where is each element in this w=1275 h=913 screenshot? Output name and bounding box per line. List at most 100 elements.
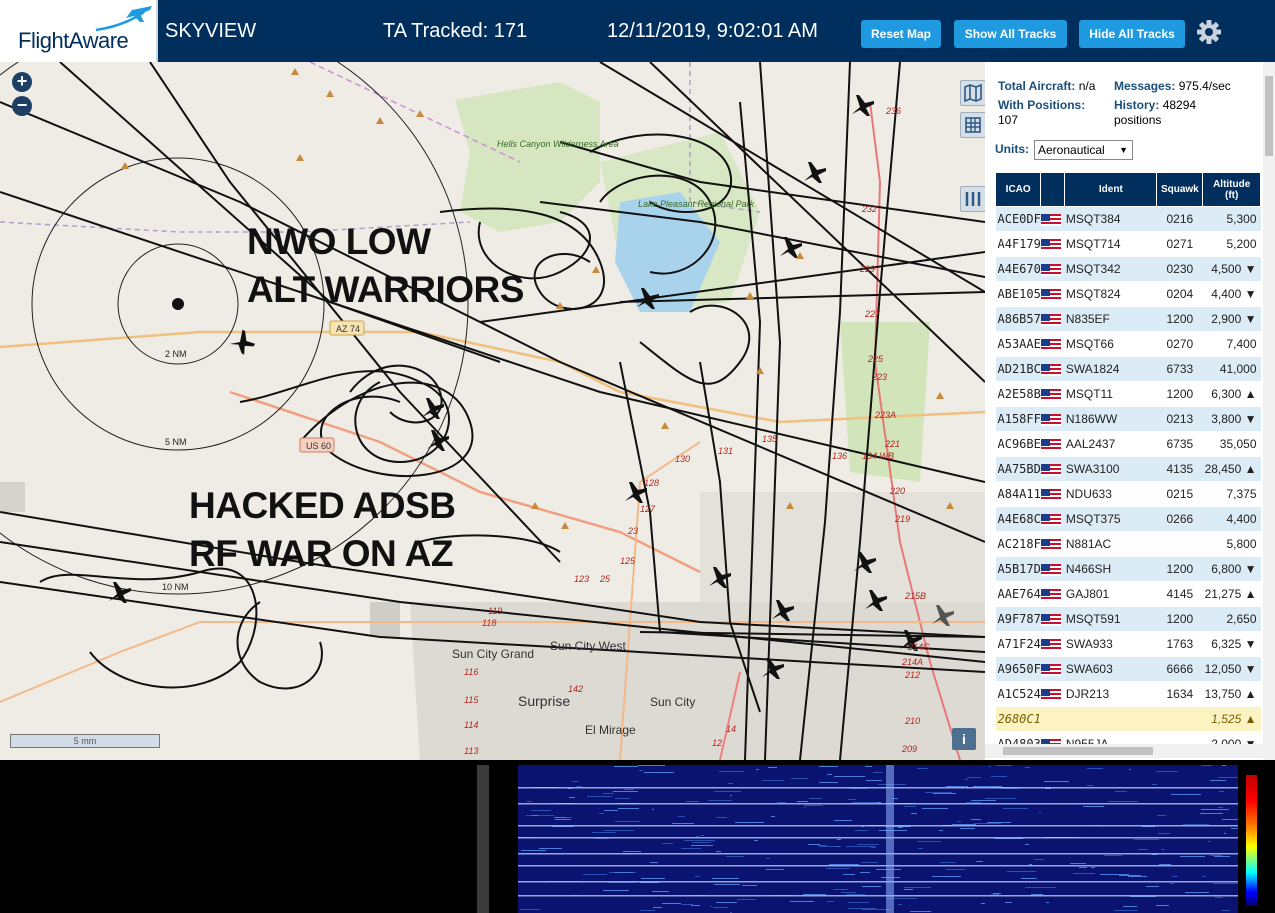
table-row[interactable]: A84A11 NDU633 0215 7,375 bbox=[995, 481, 1261, 507]
col-altitude[interactable]: Altitude (ft) bbox=[1202, 172, 1261, 207]
row-altitude: 2,650 bbox=[1202, 606, 1261, 632]
info-button[interactable]: i bbox=[952, 728, 976, 750]
map-canvas[interactable]: 2 NM 5 NM 10 NM Hells Canyon Wilderness … bbox=[0, 62, 985, 760]
route-label: 127 bbox=[640, 504, 656, 514]
columns-icon bbox=[965, 192, 981, 206]
table-row[interactable]: ACE0DF MSQT384 0216 5,300 bbox=[995, 206, 1261, 232]
table-row[interactable]: A158FF N186WW 0213 3,800 ▼ bbox=[995, 406, 1261, 432]
table-row[interactable]: AAE764 GAJ801 4145 21,275 ▲ bbox=[995, 581, 1261, 607]
row-altitude: 4,400 ▼ bbox=[1202, 281, 1261, 307]
row-altitude: 35,050 bbox=[1202, 431, 1261, 457]
row-icao: A84A11 bbox=[995, 481, 1041, 507]
table-row[interactable]: A9F787 MSQT591 1200 2,650 bbox=[995, 606, 1261, 632]
row-flag bbox=[1040, 406, 1065, 432]
col-squawk[interactable]: Squawk bbox=[1156, 172, 1204, 207]
row-flag bbox=[1040, 231, 1065, 257]
us-flag-icon bbox=[1040, 588, 1061, 601]
units-label: Units: bbox=[995, 142, 1029, 156]
row-squawk: 0215 bbox=[1156, 481, 1203, 507]
row-ident: MSQT342 bbox=[1064, 256, 1157, 282]
gear-icon[interactable] bbox=[1195, 18, 1223, 46]
table-row[interactable]: A86B57 N835EF 1200 2,900 ▼ bbox=[995, 306, 1261, 332]
panel-divider[interactable] bbox=[477, 765, 489, 913]
route-label: 135 bbox=[762, 434, 778, 444]
row-ident: MSQT375 bbox=[1064, 506, 1157, 532]
block bbox=[370, 602, 400, 637]
row-ident: SWA1824 bbox=[1064, 356, 1157, 382]
receiver-site bbox=[172, 298, 184, 310]
row-squawk: 1200 bbox=[1156, 306, 1203, 332]
table-row[interactable]: A4F179 MSQT714 0271 5,200 bbox=[995, 231, 1261, 257]
us-flag-icon bbox=[1040, 388, 1061, 401]
col-flag[interactable] bbox=[1040, 172, 1066, 207]
table-row[interactable]: A53AAE MSQT66 0270 7,400 bbox=[995, 331, 1261, 357]
label-sun-city-grand: Sun City Grand bbox=[452, 647, 534, 661]
vertical-scroll-thumb[interactable] bbox=[1265, 76, 1273, 156]
label-az74: AZ 74 bbox=[336, 324, 360, 334]
zoom-out-button[interactable]: − bbox=[12, 96, 32, 116]
table-row[interactable]: 2680C1 1,525 ▲ bbox=[995, 706, 1261, 732]
total-aircraft-stat: Total Aircraft: n/a bbox=[998, 79, 1095, 93]
row-icao: A5B17D bbox=[995, 556, 1041, 582]
row-altitude: 13,750 ▲ bbox=[1202, 681, 1261, 707]
overlay-text-line1: NWO LOW bbox=[247, 221, 431, 262]
row-squawk: 4145 bbox=[1156, 581, 1203, 607]
row-ident: AAL2437 bbox=[1064, 431, 1157, 457]
skyview-app: FlightAware SKYVIEW TA Tracked: 171 12/1… bbox=[0, 0, 1275, 913]
table-row[interactable]: A9650F SWA603 6666 12,050 ▼ bbox=[995, 656, 1261, 682]
row-squawk: 1200 bbox=[1156, 381, 1203, 407]
route-label: 134 WB bbox=[862, 451, 894, 461]
table-row[interactable]: A1C524 DJR213 1634 13,750 ▲ bbox=[995, 681, 1261, 707]
grid-toggle-button[interactable] bbox=[960, 112, 985, 138]
row-altitude: 12,050 ▼ bbox=[1202, 656, 1261, 682]
table-row[interactable]: AA75BD SWA3100 4135 28,450 ▲ bbox=[995, 456, 1261, 482]
history-stat: History: 48294 bbox=[1114, 98, 1196, 112]
row-icao: AC96BE bbox=[995, 431, 1041, 457]
route-label: 225 bbox=[867, 354, 884, 364]
history-label: History: bbox=[1114, 98, 1160, 112]
row-ident bbox=[1064, 706, 1157, 732]
table-row[interactable]: A5B17D N466SH 1200 6,800 ▼ bbox=[995, 556, 1261, 582]
route-label: 12 bbox=[712, 738, 722, 748]
row-ident: MSQT384 bbox=[1064, 206, 1157, 232]
row-ident: SWA3100 bbox=[1064, 456, 1157, 482]
vertical-scrollbar[interactable] bbox=[1263, 62, 1275, 760]
table-row[interactable]: A2E58B MSQT11 1200 6,300 ▲ bbox=[995, 381, 1261, 407]
show-all-tracks-button[interactable]: Show All Tracks bbox=[954, 20, 1067, 48]
row-flag bbox=[1040, 456, 1065, 482]
reset-map-button[interactable]: Reset Map bbox=[861, 20, 941, 48]
horizontal-scroll-thumb[interactable] bbox=[1003, 747, 1153, 755]
row-flag bbox=[1040, 481, 1065, 507]
history-unit: positions bbox=[1114, 113, 1162, 127]
row-altitude: 2,900 ▼ bbox=[1202, 306, 1261, 332]
row-icao: A4F179 bbox=[995, 231, 1041, 257]
horizontal-scrollbar[interactable] bbox=[985, 744, 1263, 758]
route-label: 210 bbox=[904, 716, 920, 726]
hide-all-tracks-button[interactable]: Hide All Tracks bbox=[1079, 20, 1185, 48]
units-select[interactable]: Aeronautical bbox=[1034, 140, 1133, 160]
zoom-in-button[interactable]: + bbox=[12, 72, 32, 92]
table-row[interactable]: A4E68C MSQT375 0266 4,400 bbox=[995, 506, 1261, 532]
col-ident[interactable]: Ident bbox=[1064, 172, 1158, 207]
table-row[interactable]: AC218F N881AC 5,800 bbox=[995, 531, 1261, 557]
row-ident: NDU633 bbox=[1064, 481, 1157, 507]
row-icao: A53AAE bbox=[995, 331, 1041, 357]
table-row[interactable]: AD21BC SWA1824 6733 41,000 bbox=[995, 356, 1261, 382]
row-icao: A158FF bbox=[995, 406, 1041, 432]
table-row[interactable]: A71F24 SWA933 1763 6,325 ▼ bbox=[995, 631, 1261, 657]
flightaware-logo[interactable]: FlightAware bbox=[0, 0, 158, 62]
table-row[interactable]: AC96BE AAL2437 6735 35,050 bbox=[995, 431, 1261, 457]
row-squawk: 1763 bbox=[1156, 631, 1203, 657]
col-icao[interactable]: ICAO bbox=[994, 172, 1042, 207]
row-icao: A2E58B bbox=[995, 381, 1041, 407]
table-row[interactable]: A4E670 MSQT342 0230 4,500 ▼ bbox=[995, 256, 1261, 282]
table-row[interactable]: ABE105 MSQT824 0204 4,400 ▼ bbox=[995, 281, 1261, 307]
row-altitude: 4,500 ▼ bbox=[1202, 256, 1261, 282]
app-title: SKYVIEW bbox=[165, 20, 257, 42]
row-icao: A1C524 bbox=[995, 681, 1041, 707]
map-view[interactable]: 2 NM 5 NM 10 NM Hells Canyon Wilderness … bbox=[0, 62, 985, 760]
row-ident: N835EF bbox=[1064, 306, 1157, 332]
map-layers-button[interactable] bbox=[960, 80, 985, 106]
columns-toggle-button[interactable] bbox=[960, 186, 985, 212]
row-flag bbox=[1040, 506, 1065, 532]
